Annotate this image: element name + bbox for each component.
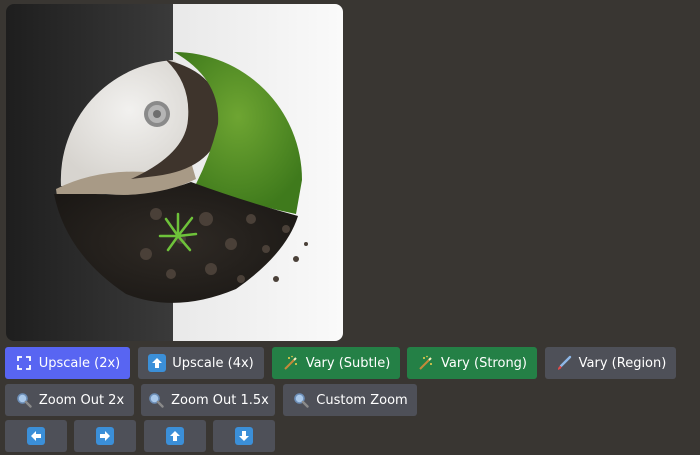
expand-arrows-icon	[15, 354, 33, 372]
magnifier-icon	[292, 391, 310, 409]
custom-zoom-label: Custom Zoom	[316, 392, 408, 408]
pan-up-button[interactable]	[144, 420, 206, 452]
magnifier-icon	[15, 391, 33, 409]
upscale-4x-button[interactable]: Upscale (4x)	[138, 347, 264, 379]
zoom-out-2x-button[interactable]: Zoom Out 2x	[5, 384, 134, 416]
arrow-left-icon	[27, 427, 45, 445]
arrow-right-icon	[96, 427, 114, 445]
message-attachment: Upscale (2x) Upscale (4x) Vary (Subtle)	[0, 0, 700, 455]
yin-yang-soil-grass-image	[6, 4, 343, 341]
vary-region-label: Vary (Region)	[578, 355, 667, 371]
magic-wand-icon	[282, 354, 300, 372]
upscale-2x-label: Upscale (2x)	[38, 355, 121, 371]
vary-subtle-button[interactable]: Vary (Subtle)	[272, 347, 400, 379]
vary-strong-button[interactable]: Vary (Strong)	[407, 347, 537, 379]
generated-image[interactable]	[6, 4, 343, 341]
pan-down-button[interactable]	[213, 420, 275, 452]
zoom-out-1-5x-button[interactable]: Zoom Out 1.5x	[141, 384, 275, 416]
pan-right-button[interactable]	[74, 420, 136, 452]
magnifier-icon	[147, 391, 165, 409]
upscale-2x-button[interactable]: Upscale (2x)	[5, 347, 130, 379]
custom-zoom-button[interactable]: Custom Zoom	[283, 384, 417, 416]
vary-subtle-label: Vary (Subtle)	[305, 355, 391, 371]
arrow-down-icon	[235, 427, 253, 445]
zoom-out-2x-label: Zoom Out 2x	[38, 392, 125, 408]
pan-left-button[interactable]	[5, 420, 67, 452]
vary-region-button[interactable]: Vary (Region)	[545, 347, 676, 379]
zoom-out-1-5x-label: Zoom Out 1.5x	[171, 392, 269, 408]
arrow-up-icon	[166, 427, 184, 445]
vary-strong-label: Vary (Strong)	[440, 355, 528, 371]
upscale-4x-label: Upscale (4x)	[172, 355, 254, 371]
paintbrush-icon	[555, 354, 573, 372]
up-arrow-box-icon	[148, 354, 167, 372]
magic-wand-icon	[417, 354, 435, 372]
